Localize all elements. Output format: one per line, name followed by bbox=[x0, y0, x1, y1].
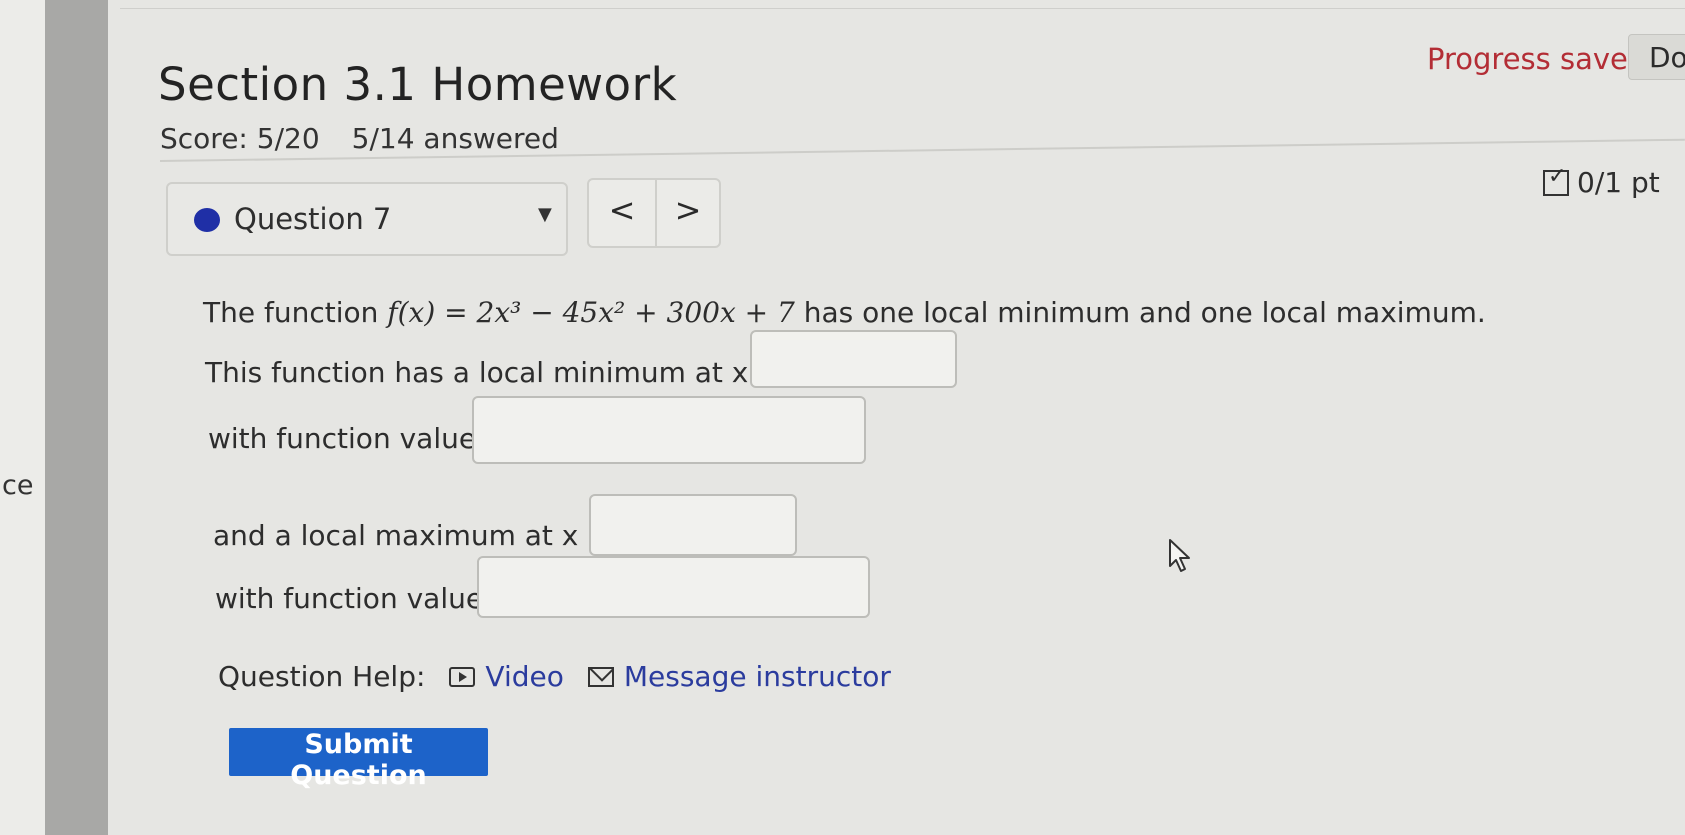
mouse-cursor-icon bbox=[1169, 539, 1190, 572]
video-link-label: Video bbox=[485, 660, 564, 693]
local-min-x-input[interactable] bbox=[750, 330, 957, 388]
intro-before: The function bbox=[203, 296, 388, 329]
mail-icon bbox=[587, 666, 614, 687]
dropdown-caret-icon: ▼ bbox=[538, 204, 552, 225]
points-text: 0/1 pt bbox=[1577, 166, 1660, 199]
question-intro: The function f(x) = 2x³ − 45x² + 300x + … bbox=[203, 296, 1486, 329]
question-help: Question Help: Video Message instructor bbox=[218, 660, 891, 693]
message-instructor-link[interactable]: Message instructor bbox=[587, 660, 891, 693]
intro-after: has one local minimum and one local maxi… bbox=[794, 296, 1486, 329]
question-status-dot-icon bbox=[194, 208, 220, 232]
checkbox-icon bbox=[1543, 164, 1569, 196]
question-selector-label: Question 7 bbox=[234, 202, 392, 236]
function-equation: f(x) = 2x³ − 45x² + 300x + 7 bbox=[387, 296, 795, 329]
video-icon bbox=[449, 666, 476, 687]
top-divider bbox=[120, 8, 1685, 9]
page-title: Section 3.1 Homework bbox=[158, 58, 678, 111]
max-value-label: with function value bbox=[215, 582, 484, 615]
sidebar-scrollbar[interactable] bbox=[45, 0, 108, 835]
min-x-label: This function has a local minimum at x = bbox=[205, 356, 781, 389]
done-button[interactable]: Do bbox=[1628, 34, 1685, 80]
question-nav: < > bbox=[587, 178, 721, 248]
score-row: Score: 5/20 5/14 answered bbox=[160, 122, 559, 155]
sidebar-partial-text: ce bbox=[2, 470, 34, 501]
max-x-label: and a local maximum at x = bbox=[213, 519, 611, 552]
answered-count: 5/14 answered bbox=[351, 122, 559, 155]
help-label: Question Help: bbox=[218, 660, 426, 693]
submit-question-button[interactable]: Submit Question bbox=[229, 728, 488, 791]
question-selector[interactable]: Question 7 ▼ bbox=[166, 182, 568, 256]
video-link[interactable]: Video bbox=[449, 660, 564, 693]
points-indicator: 0/1 pt bbox=[1543, 164, 1660, 199]
progress-status: Progress saved bbox=[1427, 42, 1647, 76]
local-max-value-input[interactable] bbox=[477, 556, 870, 618]
score-text: Score: 5/20 bbox=[160, 122, 320, 155]
local-max-x-input[interactable] bbox=[589, 494, 797, 556]
local-min-value-input[interactable] bbox=[472, 396, 866, 464]
min-value-label: with function value bbox=[208, 422, 477, 455]
previous-question-button[interactable]: < bbox=[589, 180, 657, 246]
message-link-label: Message instructor bbox=[623, 660, 891, 693]
next-question-button[interactable]: > bbox=[655, 180, 721, 246]
